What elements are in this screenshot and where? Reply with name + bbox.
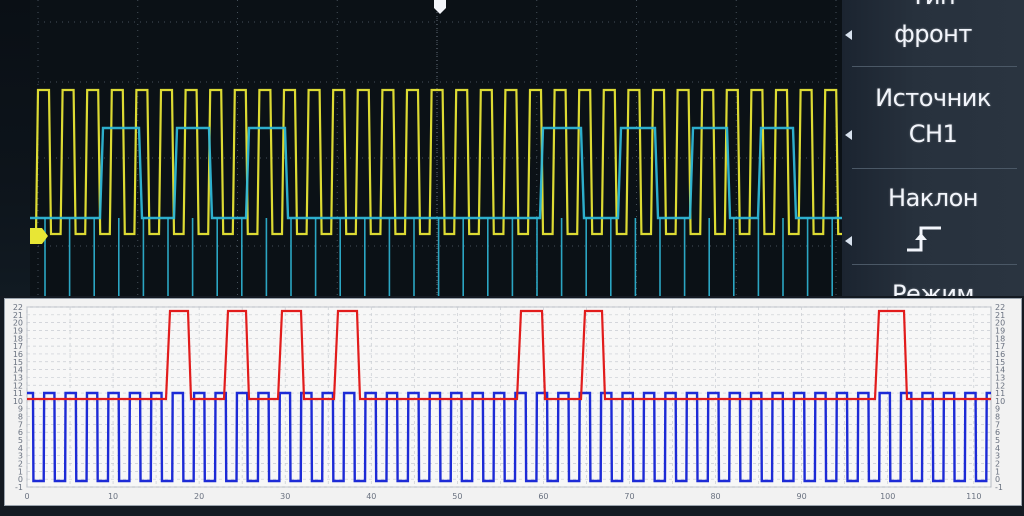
logic-plot: 222120191817161514131211109876543210-1 22… (13, 303, 1005, 501)
menu-divider (852, 168, 1017, 169)
ch2-waveform (30, 126, 842, 220)
trigger-position-icon (434, 0, 446, 14)
menu-partial-type-label: Тип (842, 0, 1024, 10)
x-axis-tick-label: 30 (280, 492, 290, 501)
menu-arrow-icon[interactable] (845, 30, 852, 40)
right-axis: 222120191817161514131211109876543210-1 (995, 303, 1005, 492)
x-axis-tick-label: 0 (24, 492, 29, 501)
menu-arrow-icon[interactable] (845, 130, 852, 140)
x-axis-tick-label: 60 (538, 492, 548, 501)
menu-divider (852, 264, 1017, 265)
x-axis-tick-label: 90 (797, 492, 807, 501)
menu-source-label: Источник (875, 84, 991, 112)
scope-screen (30, 0, 842, 296)
oscilloscope-display: Тип фронт Источник CH1 Наклон Режим (0, 0, 1024, 308)
x-axis-tick-label: 80 (710, 492, 720, 501)
ch1-waveform (30, 88, 842, 236)
x-axis: 0 10 20 30 40 50 60 70 80 90 100 110 (24, 492, 981, 501)
x-axis-tick-label: 50 (452, 492, 462, 501)
menu-divider (852, 66, 1017, 67)
x-axis-tick-label: 110 (966, 492, 981, 501)
logic-analyzer-capture: 22 21 20 19 18 17 16 15 14 13 12 11 10 9 8 7 6 5 4 3 2 1 0 -1 22… (0, 296, 1024, 516)
menu-source-value[interactable]: CH1 (842, 120, 1024, 148)
right-axis-tick-label: -1 (995, 483, 1003, 492)
scope-waveform-area (30, 0, 842, 296)
x-axis-tick-label: 100 (880, 492, 895, 501)
logic-plot-panel: 22 21 20 19 18 17 16 15 14 13 12 11 10 9 8 7 6 5 4 3 2 1 0 -1 22… (4, 298, 1022, 506)
menu-slope-label: Наклон (888, 184, 978, 212)
x-axis-tick-label: 10 (108, 492, 118, 501)
rising-edge-icon[interactable] (905, 224, 945, 254)
x-axis-tick-label: 40 (366, 492, 376, 501)
x-axis-tick-label: 20 (194, 492, 204, 501)
scope-graticule (37, 0, 837, 296)
left-axis: 222120191817161514131211109876543210-1 (13, 303, 23, 492)
menu-edge-value[interactable]: фронт (842, 20, 1024, 48)
x-axis-tick-label: 70 (624, 492, 634, 501)
menu-arrow-icon[interactable] (845, 236, 852, 246)
left-axis-tick-label: -1 (15, 483, 23, 492)
